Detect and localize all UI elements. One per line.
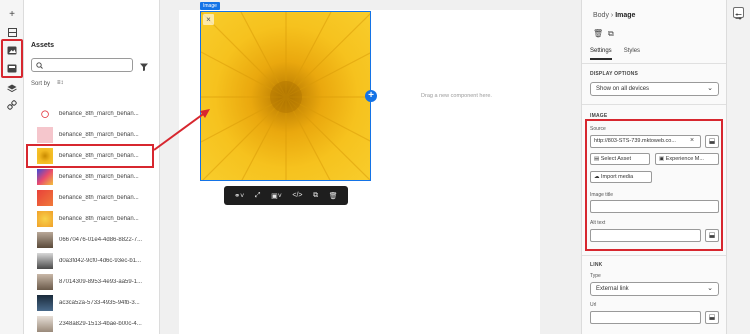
breadcrumb: Body › Image <box>593 12 635 19</box>
link-type-value: External link <box>596 286 629 292</box>
tab-bar: Settings Styles <box>590 48 640 60</box>
breadcrumb-separator: › <box>610 12 614 19</box>
link-type-label: Type <box>590 273 601 279</box>
trash-icon[interactable]: 🗑 <box>593 29 603 38</box>
display-options-value: Show on all devices <box>596 86 650 92</box>
chevron-down-icon: ⌄ <box>707 85 713 92</box>
right-rail <box>726 0 750 334</box>
url-label: Url <box>590 302 597 308</box>
link-heading: LINK <box>590 262 603 268</box>
email-designer: + Assets Sort by ≡↕ ◯ behance_8th_march_… <box>0 0 750 334</box>
link-type-select[interactable]: External link ⌄ <box>590 282 719 296</box>
url-personalize-icon[interactable]: ⬓ <box>705 311 719 324</box>
settings-icon[interactable] <box>733 7 744 20</box>
display-options-heading: DISPLAY OPTIONS <box>590 71 639 77</box>
chevron-down-icon: ⌄ <box>707 285 713 292</box>
divider <box>582 63 727 64</box>
divider <box>582 255 727 256</box>
divider <box>582 104 727 105</box>
tab-styles[interactable]: Styles <box>624 48 640 60</box>
duplicate-icon[interactable]: ⧉ <box>608 29 614 39</box>
display-options-select[interactable]: Show on all devices ⌄ <box>590 82 719 96</box>
tab-settings[interactable]: Settings <box>590 48 612 60</box>
breadcrumb-current: Image <box>615 12 636 19</box>
image-section-highlight-annotation <box>585 119 723 251</box>
breadcrumb-parent[interactable]: Body <box>593 12 609 19</box>
url-field[interactable] <box>590 311 701 324</box>
